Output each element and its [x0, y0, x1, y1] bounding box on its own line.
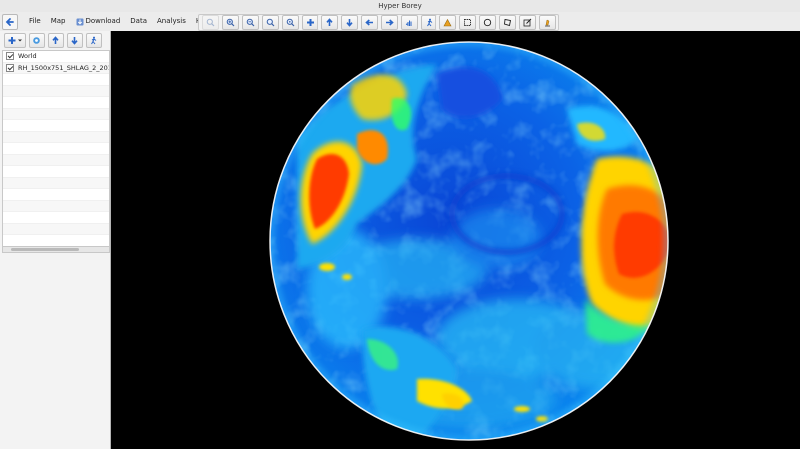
measure-button[interactable] [438, 15, 456, 30]
empty-row [3, 189, 109, 201]
pan-up-button[interactable] [320, 15, 338, 30]
pan-toolbar-group [317, 14, 441, 31]
menu-download[interactable]: Download [71, 15, 126, 28]
zoom-in-button[interactable] [221, 15, 239, 30]
settings-icon [33, 37, 40, 44]
humidity-globe-render [269, 41, 669, 441]
scrollbar-thumb[interactable] [11, 248, 79, 251]
layers-toolbar [2, 33, 103, 48]
edit-icon [523, 18, 531, 27]
empty-row [3, 120, 109, 132]
empty-row [3, 200, 109, 212]
menu-bar: File Map Download Data Analysis Help [24, 15, 217, 28]
empty-row [3, 166, 109, 178]
layer-label: RH_1500x751_SHLAG_2_2019_0 [18, 63, 109, 72]
move-up-icon [52, 36, 59, 44]
zoom-tool-button[interactable] [201, 15, 219, 30]
add-point-button[interactable] [301, 15, 319, 30]
back-button[interactable] [2, 14, 18, 30]
menu-map[interactable]: Map [46, 15, 71, 28]
arrow-right-icon [385, 19, 394, 26]
menu-download-label: Download [85, 17, 121, 25]
marker-icon [544, 19, 550, 27]
polygon-select-button[interactable] [498, 15, 516, 30]
polygon-select-icon [503, 18, 511, 27]
layer-visibility-checkbox[interactable] [6, 52, 14, 61]
zoom-tool-icon [206, 18, 214, 27]
zoom-in-icon [226, 18, 234, 27]
zoom-out-icon [246, 18, 254, 27]
layer-visibility-checkbox[interactable] [6, 63, 14, 72]
zoom-out-button[interactable] [241, 15, 259, 30]
arrow-up-icon [325, 18, 333, 26]
layer-label: World [18, 52, 37, 61]
back-arrow-icon [5, 18, 14, 26]
pan-left-button[interactable] [360, 15, 378, 30]
pan-down-button[interactable] [340, 15, 358, 30]
rectangle-select-button[interactable] [458, 15, 476, 30]
empty-row [3, 143, 109, 155]
empty-row [3, 131, 109, 143]
zoom-toolbar-group [198, 14, 322, 31]
menu-file[interactable]: File [24, 15, 46, 28]
add-layer-button[interactable] [3, 33, 26, 48]
menu-data[interactable]: Data [125, 15, 152, 28]
pan-right-button[interactable] [380, 15, 398, 30]
zoom-in-alt-button[interactable] [261, 15, 279, 30]
empty-row [3, 85, 109, 97]
edit-button[interactable] [518, 15, 536, 30]
arrow-down-icon [345, 19, 353, 27]
layer-list: World RH_1500x751_SHLAG_2_2019_0 [2, 50, 110, 248]
empty-row [3, 223, 109, 235]
rectangle-select-icon [463, 19, 471, 26]
marker-button[interactable] [538, 15, 556, 30]
measure-tool-icon [442, 18, 452, 27]
plus-icon [306, 19, 314, 26]
arrow-left-icon [364, 19, 373, 26]
layer-list-scrollbar[interactable] [2, 246, 110, 253]
layer-run-button[interactable] [85, 33, 102, 48]
person-walk-icon [426, 18, 432, 27]
empty-row [3, 74, 109, 86]
zoom-out-alt-button[interactable] [281, 15, 299, 30]
empty-row [3, 177, 109, 189]
empty-row [3, 154, 109, 166]
layers-sidebar: World RH_1500x751_SHLAG_2_2019_0 [0, 31, 111, 449]
zoom-in-alt-icon [266, 18, 274, 27]
globe-surface [270, 42, 668, 440]
empty-row [3, 108, 109, 120]
empty-row [3, 212, 109, 224]
run-icon [91, 36, 97, 45]
globe[interactable] [267, 39, 671, 443]
pan-hand-button[interactable] [400, 15, 418, 30]
layer-row-humidity[interactable]: RH_1500x751_SHLAG_2_2019_0 [3, 62, 109, 74]
empty-row [3, 97, 109, 109]
layer-move-down-button[interactable] [66, 33, 83, 48]
download-icon [76, 18, 83, 25]
map-view[interactable] [111, 31, 800, 449]
layer-settings-button[interactable] [28, 33, 45, 48]
circle-select-icon [483, 18, 491, 27]
add-layer-icon [8, 37, 22, 44]
hand-pan-icon [405, 20, 411, 26]
menu-analysis[interactable]: Analysis [152, 15, 191, 28]
layer-row-world[interactable]: World [3, 51, 109, 63]
circle-select-button[interactable] [478, 15, 496, 30]
draw-toolbar-group [435, 14, 559, 31]
main-toolbar: File Map Download Data Analysis Help [0, 12, 800, 32]
move-down-icon [71, 37, 78, 45]
zoom-out-alt-icon [286, 18, 294, 27]
layer-move-up-button[interactable] [47, 33, 64, 48]
